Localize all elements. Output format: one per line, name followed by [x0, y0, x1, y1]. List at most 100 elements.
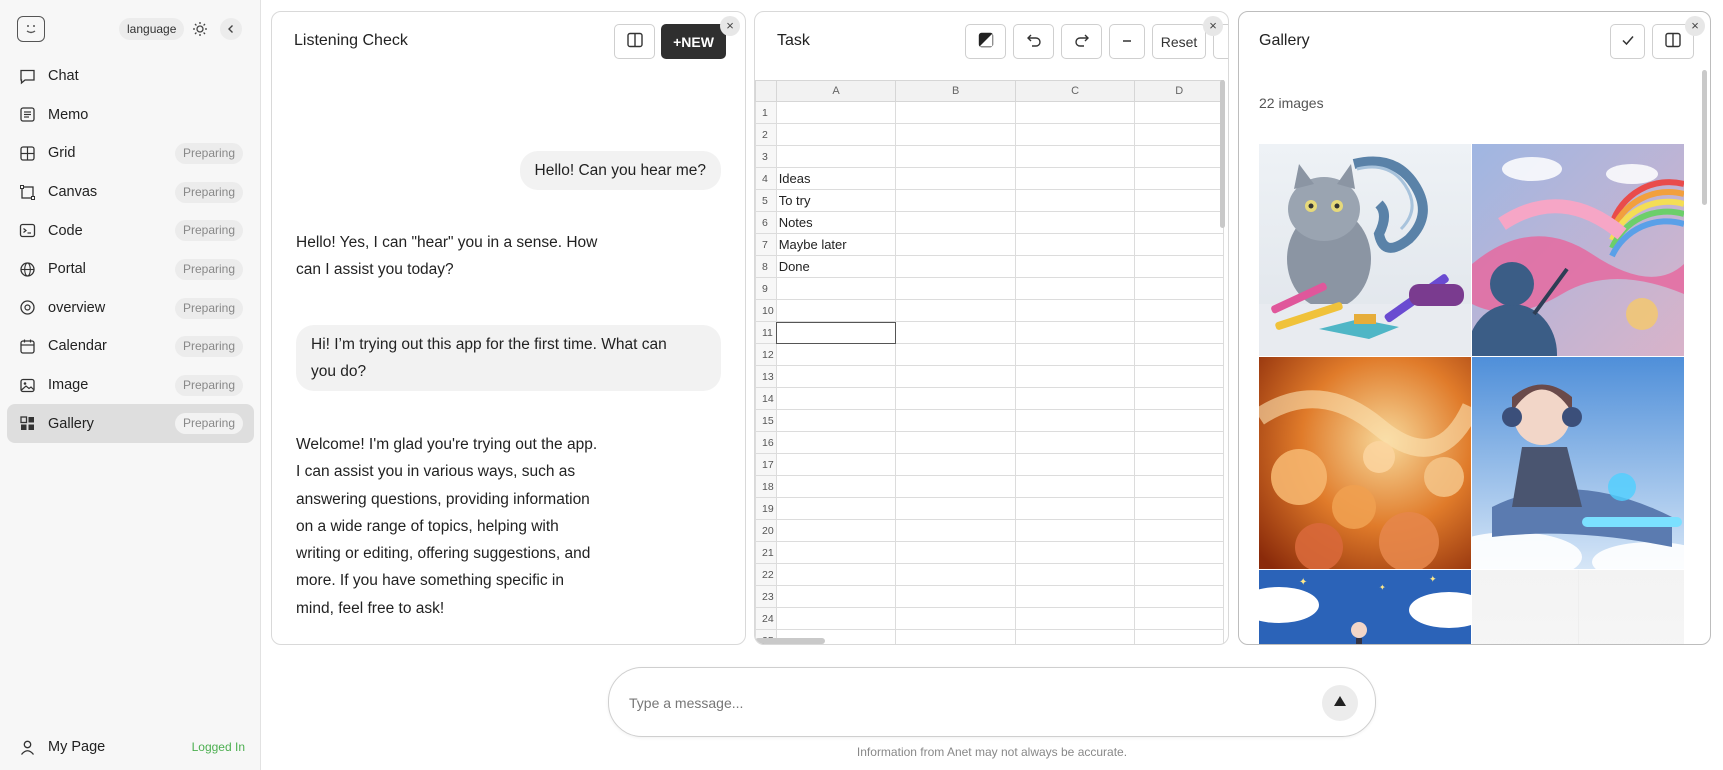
sheet-cell[interactable]: [775, 475, 897, 498]
sheet-cell[interactable]: [775, 321, 897, 344]
sheet-cell[interactable]: [1134, 629, 1224, 644]
sheet-cell[interactable]: [1134, 475, 1224, 498]
row-number[interactable]: 6: [755, 211, 777, 234]
row-number[interactable]: 20: [755, 519, 777, 542]
sheet-cell[interactable]: [1134, 189, 1224, 212]
sheet-cell[interactable]: [775, 101, 897, 124]
sheet-cell[interactable]: [1134, 145, 1224, 168]
sheet-cell[interactable]: [775, 387, 897, 410]
row-number[interactable]: 8: [755, 255, 777, 278]
sheet-cell[interactable]: [1134, 497, 1224, 520]
sheet-cell[interactable]: [775, 145, 897, 168]
sheet-cell[interactable]: [1134, 255, 1224, 278]
sheet-cell[interactable]: [1134, 343, 1224, 366]
sheet-cell[interactable]: [1014, 497, 1136, 520]
sheet-cell[interactable]: [1014, 299, 1136, 322]
sidebar-item-portal[interactable]: Portal Preparing: [7, 250, 254, 289]
sheet-cell[interactable]: [1134, 387, 1224, 410]
sheet-cell[interactable]: [1134, 101, 1224, 124]
theme-toggle-icon[interactable]: [189, 18, 211, 40]
row-number[interactable]: 3: [755, 145, 777, 168]
sheet-cell[interactable]: [895, 277, 1016, 300]
row-number[interactable]: 11: [755, 321, 777, 344]
sheet-cell[interactable]: [1134, 277, 1224, 300]
sheet-cell[interactable]: [775, 563, 897, 586]
select-button[interactable]: [1610, 24, 1645, 59]
row-number[interactable]: 10: [755, 299, 777, 322]
sheet-cell[interactable]: [775, 343, 897, 366]
row-number[interactable]: 13: [755, 365, 777, 388]
sheet-cell[interactable]: [1014, 343, 1136, 366]
sheet-cell[interactable]: [895, 607, 1016, 630]
row-number[interactable]: 12: [755, 343, 777, 366]
sheet-cell[interactable]: [1134, 321, 1224, 344]
sheet-cell[interactable]: Maybe later: [775, 233, 897, 256]
row-number[interactable]: 15: [755, 409, 777, 432]
sheet-cell[interactable]: [1014, 255, 1136, 278]
row-number[interactable]: 19: [755, 497, 777, 520]
sheet-cell[interactable]: [775, 365, 897, 388]
sheet-cell[interactable]: [1014, 409, 1136, 432]
sheet-cell[interactable]: [1014, 629, 1136, 644]
sheet-cell[interactable]: [1014, 431, 1136, 454]
column-header[interactable]: C: [1014, 80, 1136, 102]
sheet-cell[interactable]: [775, 497, 897, 520]
row-number[interactable]: 1: [755, 101, 777, 124]
redo-button[interactable]: [1061, 24, 1102, 59]
sheet-cell[interactable]: [895, 409, 1016, 432]
row-number[interactable]: 24: [755, 607, 777, 630]
sheet-cell[interactable]: [895, 101, 1016, 124]
sheet-cell[interactable]: [895, 519, 1016, 542]
sheet-cell[interactable]: [775, 519, 897, 542]
sheet-cell[interactable]: [895, 365, 1016, 388]
row-number[interactable]: 16: [755, 431, 777, 454]
sheet-cell[interactable]: [1014, 563, 1136, 586]
sheet-cell[interactable]: [895, 563, 1016, 586]
row-number[interactable]: 18: [755, 475, 777, 498]
sheet-cell[interactable]: [1014, 387, 1136, 410]
vertical-scrollbar[interactable]: [1220, 80, 1225, 228]
sheet-cell[interactable]: [895, 299, 1016, 322]
sidebar-item-grid[interactable]: Grid Preparing: [7, 134, 254, 173]
sidebar-item-chat[interactable]: Chat: [7, 57, 254, 96]
sheet-cell[interactable]: [1134, 365, 1224, 388]
gallery-image[interactable]: [1472, 357, 1684, 569]
sheet-cell[interactable]: [1134, 167, 1224, 190]
sidebar-item-canvas[interactable]: Canvas Preparing: [7, 173, 254, 212]
sheet-cell[interactable]: [1134, 563, 1224, 586]
sheet-cell[interactable]: Ideas: [775, 167, 897, 190]
sheet-cell[interactable]: [775, 431, 897, 454]
my-page-link[interactable]: My Page Logged In: [7, 732, 254, 762]
sheet-cell[interactable]: [1014, 453, 1136, 476]
sheet-cell[interactable]: Notes: [775, 211, 897, 234]
sheet-cell[interactable]: [775, 541, 897, 564]
column-header[interactable]: D: [1134, 80, 1224, 102]
sheet-cell[interactable]: [1014, 519, 1136, 542]
sheet-cell[interactable]: [895, 255, 1016, 278]
new-chat-button[interactable]: +NEW: [661, 24, 726, 59]
sheet-cell[interactable]: [775, 277, 897, 300]
sheet-cell[interactable]: [895, 431, 1016, 454]
sheet-cell[interactable]: [1014, 145, 1136, 168]
sheet-cell[interactable]: [1014, 585, 1136, 608]
sheet-cell[interactable]: [775, 123, 897, 146]
sidebar-item-gallery[interactable]: Gallery Preparing: [7, 404, 254, 443]
sheet-cell[interactable]: [1014, 167, 1136, 190]
sheet-cell[interactable]: [895, 585, 1016, 608]
sheet-cell[interactable]: [1134, 211, 1224, 234]
sheet-cell[interactable]: [895, 211, 1016, 234]
row-number[interactable]: 7: [755, 233, 777, 256]
sheet-cell[interactable]: [1134, 607, 1224, 630]
sheet-cell[interactable]: [775, 453, 897, 476]
row-number[interactable]: 17: [755, 453, 777, 476]
app-logo-icon[interactable]: [17, 16, 45, 42]
sheet-cell[interactable]: [1134, 541, 1224, 564]
sheet-cell[interactable]: [1014, 189, 1136, 212]
contrast-button[interactable]: [965, 24, 1006, 59]
send-button[interactable]: [1322, 685, 1358, 721]
row-number[interactable]: 2: [755, 123, 777, 146]
horizontal-scrollbar[interactable]: [755, 638, 825, 644]
sheet-cell[interactable]: [1134, 431, 1224, 454]
sheet-cell[interactable]: [1014, 607, 1136, 630]
sheet-cell[interactable]: [895, 453, 1016, 476]
